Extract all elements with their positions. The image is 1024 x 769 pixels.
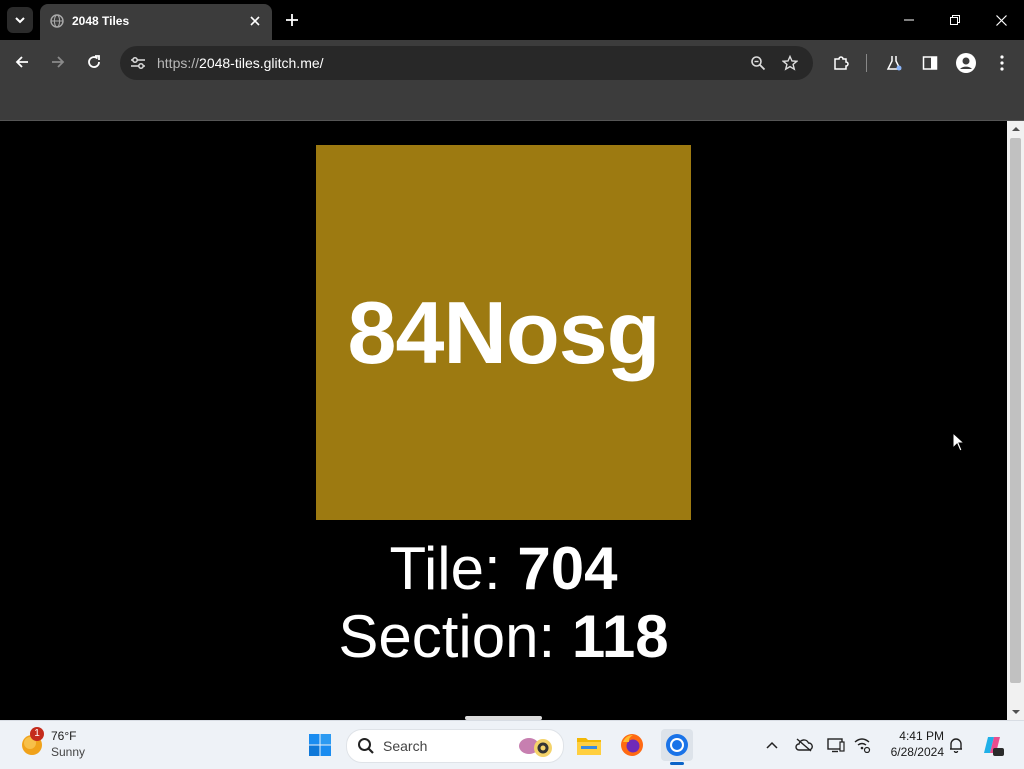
taskbar-search[interactable]: Search	[346, 729, 564, 763]
clock-time: 4:41 PM	[899, 729, 944, 743]
display-button[interactable]	[826, 735, 846, 755]
bookmark-button[interactable]	[780, 53, 800, 73]
menu-button[interactable]	[990, 51, 1014, 75]
firefox-app[interactable]	[616, 729, 648, 761]
site-info-button[interactable]	[128, 53, 148, 73]
side-panel-button[interactable]	[918, 51, 942, 75]
chrome-app[interactable]	[661, 729, 693, 761]
new-tab-button[interactable]	[282, 10, 302, 30]
show-hidden-icons-button[interactable]	[762, 735, 782, 755]
arrow-left-icon	[15, 56, 28, 68]
puzzle-icon	[834, 56, 849, 70]
page-content: 84Nosg Tile: 704 Section: 118	[0, 121, 1007, 720]
weather-badge: 1	[30, 727, 44, 741]
tile-card: 84Nosg	[316, 145, 691, 520]
vertical-scrollbar[interactable]	[1007, 121, 1024, 720]
chevron-down-icon	[15, 17, 25, 24]
copilot-button[interactable]	[980, 733, 1004, 757]
file-explorer-app[interactable]	[573, 729, 605, 761]
close-icon	[250, 16, 260, 26]
tune-icon	[131, 57, 145, 69]
minimize-icon	[904, 19, 914, 21]
close-icon	[995, 14, 1007, 26]
restore-icon	[950, 15, 960, 25]
start-button[interactable]	[308, 733, 332, 757]
reload-button[interactable]	[80, 48, 108, 76]
globe-icon	[50, 14, 64, 28]
tile-code: 84Nosg	[347, 282, 661, 382]
labs-button[interactable]	[882, 51, 906, 75]
mouse-cursor-icon	[952, 432, 966, 452]
search-icon	[358, 738, 374, 754]
chrome-icon	[666, 734, 688, 756]
tile-number-line: Tile: 704	[0, 535, 1007, 603]
tab-2048-tiles[interactable]: 2048 Tiles	[40, 4, 272, 40]
onedrive-button[interactable]	[794, 735, 814, 755]
notifications-button[interactable]	[946, 735, 966, 755]
bell-icon	[950, 738, 962, 753]
network-button[interactable]	[852, 735, 872, 755]
forward-button[interactable]	[44, 48, 72, 76]
bookmarks-bar	[0, 86, 1024, 121]
tab-title: 2048 Tiles	[72, 14, 130, 28]
scroll-down-button[interactable]	[1007, 704, 1024, 720]
network-icon	[854, 738, 871, 753]
url-scheme: https://	[157, 55, 200, 71]
restore-button[interactable]	[932, 0, 978, 40]
url-host: 2048-tiles.glitch.me/	[199, 55, 324, 71]
scrollbar-thumb[interactable]	[1010, 138, 1021, 683]
side-panel-icon	[922, 56, 938, 70]
search-highlight-icon	[519, 738, 552, 757]
weather-condition: Sunny	[51, 745, 86, 759]
section-label: Section:	[338, 603, 556, 670]
minimize-button[interactable]	[886, 0, 932, 40]
chevron-up-icon	[766, 741, 778, 749]
arrow-right-icon	[52, 56, 65, 68]
tile-number: 704	[517, 535, 618, 602]
search-label: Search	[383, 738, 428, 754]
close-window-button[interactable]	[978, 0, 1024, 40]
active-app-indicator	[670, 762, 684, 765]
section-number: 118	[571, 603, 669, 670]
avatar-icon	[956, 53, 976, 73]
caret-down-icon	[1011, 710, 1020, 714]
weather-temperature: 76°F	[51, 729, 77, 743]
tab-strip: 2048 Tiles	[0, 0, 1024, 40]
url-text[interactable]: https://2048-tiles.glitch.me/	[157, 55, 324, 71]
back-button[interactable]	[8, 48, 36, 76]
scroll-up-button[interactable]	[1007, 121, 1024, 137]
browser-toolbar: https://2048-tiles.glitch.me/	[0, 40, 1024, 86]
caret-up-icon	[1011, 127, 1020, 131]
star-icon	[782, 55, 798, 71]
more-vertical-icon	[1000, 55, 1004, 71]
firefox-icon	[621, 734, 643, 756]
monitor-icon	[827, 738, 845, 753]
plus-icon	[286, 14, 298, 26]
tab-search-button[interactable]	[7, 7, 33, 33]
address-bar[interactable]: https://2048-tiles.glitch.me/	[120, 46, 813, 80]
folder-icon	[577, 738, 601, 755]
taskbar: 1 76°F Sunny Search 4:41 PM 6/28/2024	[0, 720, 1024, 769]
zoom-icon	[751, 56, 766, 71]
profile-button[interactable]	[954, 51, 978, 75]
extensions-button[interactable]	[829, 51, 853, 75]
clock-date: 6/28/2024	[890, 745, 944, 759]
toolbar-divider	[866, 54, 867, 72]
zoom-button[interactable]	[748, 53, 768, 73]
cloud-off-icon	[795, 738, 813, 752]
section-number-line: Section: 118	[0, 603, 1007, 671]
tile-label: Tile:	[389, 535, 501, 602]
tile-info: Tile: 704 Section: 118	[0, 535, 1007, 671]
flask-icon	[886, 56, 902, 71]
reload-icon	[88, 55, 100, 68]
tab-close-button[interactable]	[246, 12, 264, 30]
copilot-icon	[984, 737, 1004, 756]
system-clock[interactable]: 4:41 PM 6/28/2024	[880, 728, 944, 760]
